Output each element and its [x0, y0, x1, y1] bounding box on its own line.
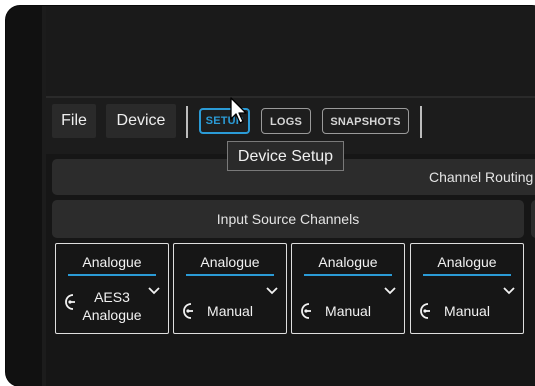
gain-knob-icon [65, 294, 75, 310]
channel-card[interactable]: Analogue AES3 Analogue [55, 243, 169, 334]
app-window: File Device SETUP LOGS SNAPSHOTS Channel… [6, 6, 535, 386]
channel-source-value[interactable]: Manual [435, 302, 499, 320]
menu-divider [186, 106, 188, 138]
chevron-down-icon[interactable] [384, 287, 396, 295]
channel-source-value[interactable]: Manual [316, 302, 380, 320]
right-panel-header-stub [531, 200, 535, 238]
gain-knob-icon [301, 303, 311, 319]
tab-logs[interactable]: LOGS [261, 108, 311, 134]
channel-type-label[interactable]: Analogue [56, 254, 168, 270]
mouse-cursor-icon [230, 97, 247, 124]
gain-knob-icon [420, 303, 430, 319]
channel-type-underline [304, 274, 392, 276]
channel-card[interactable]: Analogue Manual [291, 243, 405, 334]
chevron-down-icon[interactable] [148, 287, 160, 295]
channel-type-label[interactable]: Analogue [292, 254, 404, 270]
channel-type-underline [68, 274, 156, 276]
chevron-down-icon[interactable] [266, 287, 278, 295]
channel-type-label[interactable]: Analogue [411, 254, 523, 270]
device-menu-button[interactable]: Device [106, 104, 176, 138]
file-menu-button[interactable]: File [52, 104, 96, 138]
channel-source-value[interactable]: AES3 Analogue [80, 288, 144, 324]
channel-card[interactable]: Analogue Manual [173, 243, 287, 334]
chevron-down-icon[interactable] [503, 287, 515, 295]
channel-type-underline [186, 274, 274, 276]
left-sidebar-strip [6, 6, 46, 386]
channel-source-value[interactable]: Manual [198, 302, 262, 320]
channel-source-line2: Analogue [82, 307, 142, 323]
channel-routing-title: Channel Routing [429, 169, 534, 185]
channel-card[interactable]: Analogue Manual [410, 243, 524, 334]
tabs-divider [420, 106, 422, 138]
tab-snapshots[interactable]: SNAPSHOTS [322, 108, 409, 134]
channel-type-label[interactable]: Analogue [174, 254, 286, 270]
channel-type-underline [423, 274, 511, 276]
input-source-channels-header: Input Source Channels [52, 200, 524, 238]
gain-knob-icon [183, 303, 193, 319]
channel-source-line1: AES3 [94, 289, 130, 305]
setup-tooltip: Device Setup [227, 141, 344, 171]
top-empty-area [46, 6, 535, 96]
